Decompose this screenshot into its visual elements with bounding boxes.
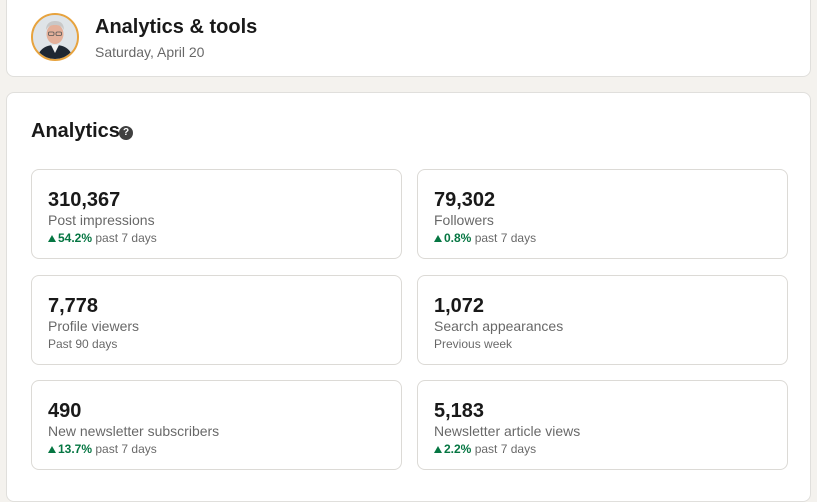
trend-percent: 0.8% xyxy=(444,231,472,245)
avatar-photo-icon xyxy=(33,15,77,59)
stat-value: 1,072 xyxy=(434,295,485,317)
stat-period: Past 90 days xyxy=(48,337,118,351)
stat-value: 490 xyxy=(48,400,82,422)
trend-percent: 54.2% xyxy=(58,231,93,245)
trend-period: past 7 days xyxy=(95,231,157,245)
stat-tile-search-appearances[interactable]: 1,072 Search appearances Previous week xyxy=(417,275,788,365)
trend-period: past 7 days xyxy=(474,442,537,456)
stat-subtext: 2.2% past 7 days xyxy=(434,442,536,456)
stat-tile-profile-viewers[interactable]: 7,778 Profile viewers Past 90 days xyxy=(31,275,402,365)
analytics-card: Analytics ? 310,367 Post impressions 54.… xyxy=(6,92,811,502)
stat-tile-newsletter-subscribers[interactable]: 490 New newsletter subscribers 13.7% pas… xyxy=(31,380,402,470)
stat-label: New newsletter subscribers xyxy=(48,423,220,439)
help-icon[interactable]: ? xyxy=(119,126,133,140)
stat-label: Post impressions xyxy=(48,212,155,228)
stat-value: 5,183 xyxy=(434,400,485,422)
stat-subtext: 13.7% past 7 days xyxy=(48,442,157,456)
trend-up-icon xyxy=(434,235,442,242)
section-title: Analytics xyxy=(31,120,120,142)
stat-subtext: 54.2% past 7 days xyxy=(48,231,157,245)
avatar[interactable] xyxy=(31,13,79,61)
trend-percent: 2.2% xyxy=(444,442,472,456)
trend-up-icon xyxy=(48,446,56,453)
trend-up-icon xyxy=(434,446,442,453)
stat-value: 79,302 xyxy=(434,189,496,211)
trend-up-icon xyxy=(48,235,56,242)
header-card: Analytics & tools Saturday, April 20 xyxy=(6,0,811,77)
stat-label: Search appearances xyxy=(434,318,564,334)
stat-period: Previous week xyxy=(434,337,513,351)
header-date: Saturday, April 20 xyxy=(95,44,205,60)
stat-value: 310,367 xyxy=(48,189,121,211)
stat-tile-newsletter-article-views[interactable]: 5,183 Newsletter article views 2.2% past… xyxy=(417,380,788,470)
trend-period: past 7 days xyxy=(95,442,157,456)
stat-label: Profile viewers xyxy=(48,318,140,334)
stat-subtext: 0.8% past 7 days xyxy=(434,231,536,245)
stat-tile-post-impressions[interactable]: 310,367 Post impressions 54.2% past 7 da… xyxy=(31,169,402,259)
trend-period: past 7 days xyxy=(474,231,537,245)
stat-value: 7,778 xyxy=(48,295,99,317)
stat-tile-followers[interactable]: 79,302 Followers 0.8% past 7 days xyxy=(417,169,788,259)
stat-label: Newsletter article views xyxy=(434,423,581,439)
stat-label: Followers xyxy=(434,212,494,228)
trend-percent: 13.7% xyxy=(58,442,93,456)
page-title: Analytics & tools xyxy=(95,16,258,38)
